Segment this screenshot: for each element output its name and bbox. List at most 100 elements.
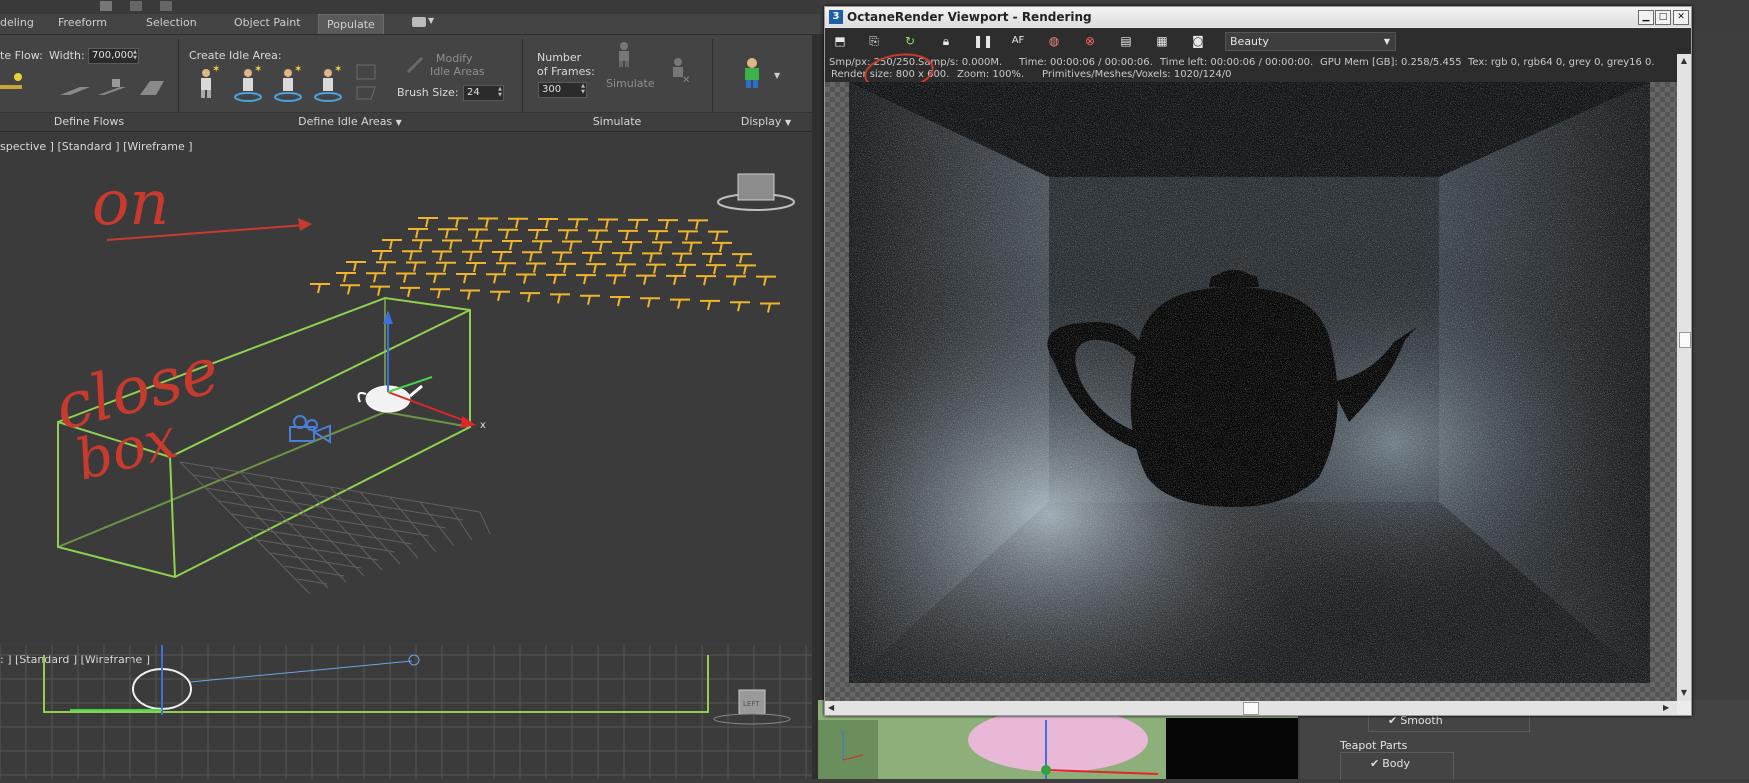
auto-focus-icon[interactable]: AF [1009,32,1027,50]
flow-marker [582,251,602,263]
grid-line [449,506,473,541]
horizontal-scroll-thumb[interactable] [1243,702,1259,715]
modify-idle-label-1[interactable]: Modify [436,52,472,65]
ribbon-options-icon[interactable] [412,17,426,27]
vertical-scrollbar[interactable]: ▲ ▼ [1677,54,1691,701]
flow-marker [478,217,498,228]
viewport-divider[interactable] [812,34,824,779]
flow-marker [552,251,572,262]
save-render-icon[interactable]: ⬒ [831,32,849,50]
camera-icon[interactable]: ◙ [1189,32,1207,50]
flow-ramp-icon[interactable] [98,79,126,95]
grid-line [205,487,447,529]
flow-marker [642,252,662,263]
tab-populate[interactable]: Populate [318,14,384,34]
display-character-icon[interactable] [740,57,764,89]
tab-object-paint[interactable]: Object Paint [234,16,301,29]
chevron-down-icon[interactable]: ▼ [774,71,780,80]
idle-area-figure-icon[interactable]: ✶ [201,64,220,98]
brush-size-field[interactable]: 24 [463,85,504,101]
redo-icon[interactable] [160,1,172,11]
viewcube-label: LEFT [743,700,760,708]
tab-modeling[interactable]: deling [0,16,34,29]
render-canvas-area[interactable] [825,82,1677,701]
panel-display[interactable]: Display ▼ [712,112,820,131]
camera-target [408,654,420,666]
undo-icon[interactable] [130,1,142,11]
scroll-up-icon[interactable]: ▲ [1679,56,1689,66]
flow-marker [652,241,672,252]
flow-marker [616,263,636,274]
render-pass-select[interactable]: Beauty ▼ [1225,32,1396,51]
save-icon[interactable] [100,1,112,11]
flow-marker [502,240,522,251]
color-picker-icon[interactable]: ◍ [1045,32,1063,50]
flow-marker [618,229,638,241]
stat-textures: Tex: rgb 0, rgb64 0, grey 0, grey16 0. [1468,57,1655,68]
flow-marker [472,239,492,250]
chevron-down-icon[interactable]: ▼ [428,16,434,25]
octane-stats-bar: Smp/px: 250/250. Samp/s: 0.000M. Time: 0… [825,53,1677,91]
camera-object [289,415,331,444]
flow-segment-icon[interactable] [60,87,90,95]
stop-render-icon[interactable]: ⊗ [1081,32,1099,50]
horizontal-scrollbar[interactable]: ◀ ▶ [825,701,1677,715]
flow-marker [682,241,702,252]
scroll-right-icon[interactable]: ▶ [1663,702,1673,714]
flow-markers [310,217,780,313]
viewcube-ring [713,713,791,725]
flow-stairs-icon[interactable] [140,81,164,95]
idle-area-paint-icon[interactable]: ✶ [274,64,302,102]
tab-freeform[interactable]: Freeform [58,16,107,29]
flow-marker [546,273,566,285]
rendered-image [849,82,1650,683]
left-viewport[interactable]: : ] [Standard ] [Wireframe ] LEFT [0,645,812,779]
flow-marker [760,302,780,313]
flow-marker [490,290,510,302]
simulate-icon[interactable] [612,41,636,67]
flow-marker [636,274,656,285]
tab-selection[interactable]: Selection [146,16,197,29]
flow-marker [700,299,720,311]
body-checkbox[interactable]: ✔ Body [1370,757,1410,770]
panel-define-idle-areas[interactable]: Define Idle Areas ▼ [178,112,522,131]
flow-marker [532,240,552,251]
octane-title-bar[interactable]: 3 OctaneRender Viewport - Rendering ▁ □ … [825,7,1691,27]
create-flow-icon[interactable] [0,73,22,89]
restart-render-icon[interactable]: ↻ [901,32,919,50]
perspective-viewport[interactable]: spective ] [Standard ] [Wireframe ] x on… [0,132,812,642]
octane-render-window[interactable]: 3 OctaneRender Viewport - Rendering ▁ □ … [824,6,1692,716]
settings-icon[interactable]: ▦ [1153,32,1171,50]
close-button[interactable]: ✕ [1673,10,1689,25]
svg-text:✶: ✶ [254,64,262,75]
panel-define-flows[interactable]: Define Flows [0,112,178,131]
pause-icon[interactable]: ❚❚ [973,32,993,50]
lock-icon[interactable]: 🔒︎ [937,32,955,50]
width-field[interactable]: 700,000 [88,48,139,64]
command-panel-edge [1692,34,1749,779]
idle-area-freeform-icon[interactable]: ✶ [314,64,342,102]
delete-simulation-icon[interactable]: ✕ [668,57,692,86]
panel-simulate[interactable]: Simulate [522,112,712,131]
flow-marker [568,218,588,229]
grid-line [257,539,379,561]
scroll-left-icon[interactable]: ◀ [828,702,838,714]
viewport-scene: x on close box [48,166,795,595]
simulate-button[interactable]: Simulate [606,77,655,90]
idle-area-circle-icon[interactable]: ✶ [234,64,262,102]
flow-marker [346,261,366,272]
flow-marker [430,288,450,299]
maximize-button[interactable]: □ [1655,10,1671,25]
modify-idle-label-2[interactable]: Idle Areas [430,65,485,78]
minimize-button[interactable]: ▁ [1638,10,1654,25]
stat-gpu-mem: GPU Mem [GB]: 0.258/5.455 [1320,57,1462,68]
scroll-down-icon[interactable]: ▼ [1679,688,1689,698]
vertical-scroll-thumb[interactable] [1679,332,1691,348]
flow-marker [366,272,386,283]
region-render-icon[interactable]: ▤ [1117,32,1135,50]
frames-field[interactable]: 300 [538,82,587,98]
copy-render-icon[interactable]: ⎘ [865,32,883,50]
flow-marker [592,240,612,252]
flow-marker [538,218,558,229]
teapot-shaded [968,708,1148,772]
